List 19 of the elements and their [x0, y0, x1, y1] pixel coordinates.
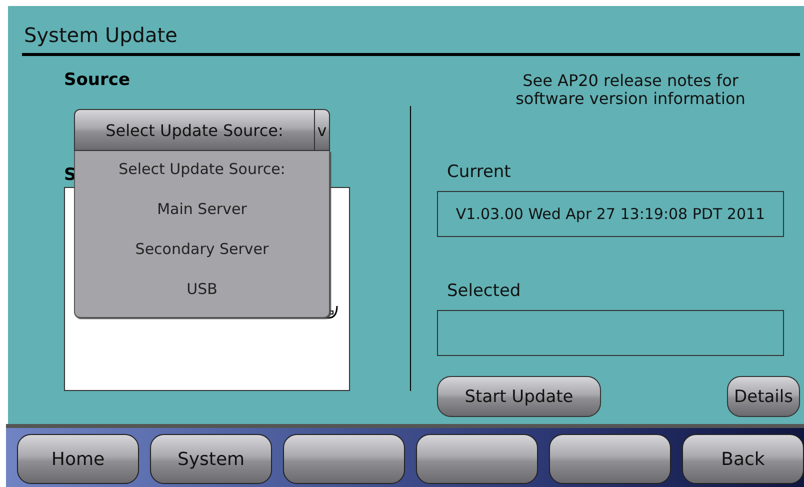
info-note: See AP20 release notes for software version information: [514, 72, 746, 108]
window-title: System Update: [24, 22, 178, 48]
blank-button[interactable]: [549, 434, 671, 484]
nav-button[interactable]: Back: [682, 434, 804, 484]
dropdown-option[interactable]: Secondary Server: [75, 237, 329, 277]
dropdown-option[interactable]: Select Update Source:: [75, 157, 329, 197]
nav-button[interactable]: System: [150, 434, 272, 484]
dropdown-option[interactable]: USB: [75, 277, 329, 317]
start-update-button[interactable]: Start Update: [437, 376, 601, 417]
version-field: V1.03.00 Wed Apr 27 13:19:08 PDT 2011: [437, 191, 784, 237]
section-label: Source: [64, 70, 130, 90]
blank-button[interactable]: [416, 434, 538, 484]
nav-button[interactable]: Home: [17, 434, 139, 484]
field-label: Current: [447, 162, 511, 182]
source-dropdown[interactable]: Select Update Source: v: [74, 109, 330, 151]
dropdown-option[interactable]: Main Server: [75, 197, 329, 237]
details-button[interactable]: Details: [727, 376, 800, 417]
field-label: Selected: [447, 281, 521, 301]
blank-button[interactable]: [283, 434, 405, 484]
